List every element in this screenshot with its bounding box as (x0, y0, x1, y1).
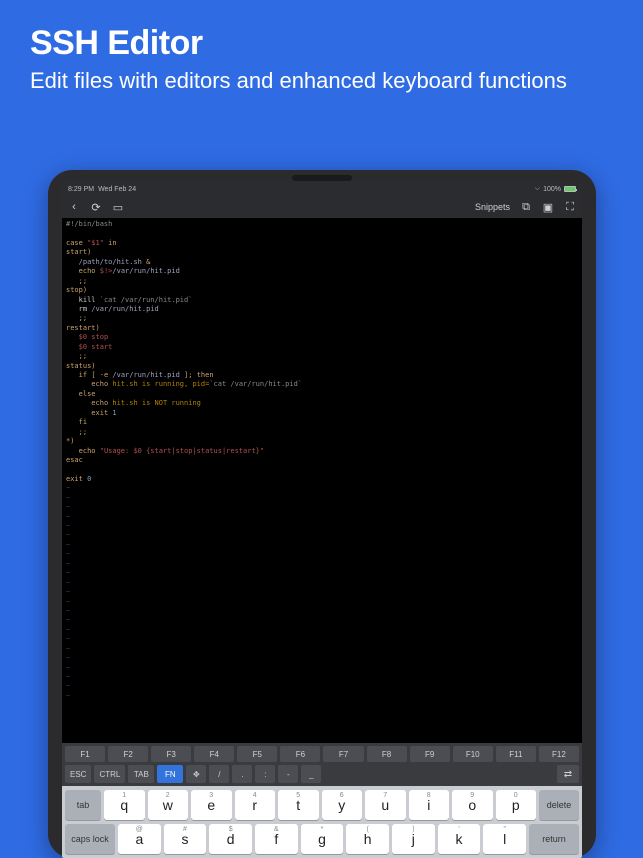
f5-key[interactable]: F5 (237, 746, 277, 762)
slash-key[interactable]: / (209, 765, 229, 783)
wifi-icon: ⌵ (535, 185, 540, 193)
kb-e-key[interactable]: 3e (191, 790, 232, 820)
kb-w-key[interactable]: 2w (148, 790, 189, 820)
kb-return-key[interactable]: return (529, 824, 579, 854)
kb-r-key[interactable]: 4r (235, 790, 276, 820)
battery-icon (564, 186, 576, 192)
ctrl-key[interactable]: CTRL (94, 765, 125, 783)
kb-i-key[interactable]: 8i (409, 790, 450, 820)
arrows-key[interactable]: ✥ (186, 765, 206, 783)
kb-capslock-key[interactable]: caps lock (65, 824, 115, 854)
reload-icon[interactable]: ⟳ (90, 201, 102, 213)
f11-key[interactable]: F11 (496, 746, 536, 762)
tablet-frame: 8:29 PM Wed Feb 24 ⌵ 100% ‹ ⟳ ▭ Snippets… (48, 170, 596, 858)
kb-q-key[interactable]: 1q (104, 790, 145, 820)
kb-k-key[interactable]: 'k (438, 824, 481, 854)
f2-key[interactable]: F2 (108, 746, 148, 762)
fn-key[interactable]: FN (157, 765, 183, 783)
fullscreen-icon[interactable]: ⛶ (564, 201, 576, 213)
hero: SSH Editor Edit files with editors and e… (0, 0, 643, 103)
kb-a-key[interactable]: @a (118, 824, 161, 854)
tab-key[interactable]: TAB (128, 765, 154, 783)
underscore-key[interactable]: _ (301, 765, 321, 783)
hero-subtitle: Edit files with editors and enhanced key… (30, 67, 613, 95)
terminal-icon[interactable]: ▭ (112, 201, 124, 213)
swap-keyboard-icon[interactable]: ⇄ (557, 765, 579, 783)
status-date: Wed Feb 24 (98, 186, 136, 193)
f1-key[interactable]: F1 (65, 746, 105, 762)
status-time: 8:29 PM (68, 186, 94, 193)
kb-u-key[interactable]: 7u (365, 790, 406, 820)
f6-key[interactable]: F6 (280, 746, 320, 762)
kb-y-key[interactable]: 6y (322, 790, 363, 820)
kb-g-key[interactable]: *g (301, 824, 344, 854)
kb-delete-key[interactable]: delete (539, 790, 579, 820)
f7-key[interactable]: F7 (323, 746, 363, 762)
copy-icon[interactable]: ⧉ (520, 201, 532, 213)
screen: 8:29 PM Wed Feb 24 ⌵ 100% ‹ ⟳ ▭ Snippets… (62, 182, 582, 858)
code-editor[interactable]: #!/bin/bash case "$1" in start) /path/to… (62, 218, 582, 743)
kb-f-key[interactable]: &f (255, 824, 298, 854)
f10-key[interactable]: F10 (453, 746, 493, 762)
esc-key[interactable]: ESC (65, 765, 91, 783)
snippets-button[interactable]: Snippets (475, 202, 510, 212)
kb-d-key[interactable]: $d (209, 824, 252, 854)
kb-tab-key[interactable]: tab (65, 790, 101, 820)
kb-h-key[interactable]: (h (346, 824, 389, 854)
f12-key[interactable]: F12 (539, 746, 579, 762)
kb-l-key[interactable]: "l (483, 824, 526, 854)
status-bar: 8:29 PM Wed Feb 24 ⌵ 100% (62, 182, 582, 196)
hero-title: SSH Editor (30, 24, 613, 63)
kb-j-key[interactable]: )j (392, 824, 435, 854)
battery-percent: 100% (543, 186, 561, 193)
paste-icon[interactable]: ▣ (542, 201, 554, 213)
editor-toolbar: ‹ ⟳ ▭ Snippets ⧉ ▣ ⛶ (62, 196, 582, 218)
back-icon[interactable]: ‹ (68, 201, 80, 213)
f3-key[interactable]: F3 (151, 746, 191, 762)
ctrl-key-row: ESC CTRL TAB FN ✥ / . : - _ ⇄ (62, 765, 582, 786)
dot-key[interactable]: . (232, 765, 252, 783)
fn-key-row: F1 F2 F3 F4 F5 F6 F7 F8 F9 F10 F11 F12 (62, 743, 582, 765)
kb-s-key[interactable]: #s (164, 824, 207, 854)
dash-key[interactable]: - (278, 765, 298, 783)
kb-p-key[interactable]: 0p (496, 790, 537, 820)
soft-keyboard: tab 1q 2w 3e 4r 5t 6y 7u 8i 9o 0p delete… (62, 786, 582, 858)
colon-key[interactable]: : (255, 765, 275, 783)
f9-key[interactable]: F9 (410, 746, 450, 762)
kb-o-key[interactable]: 9o (452, 790, 493, 820)
kb-t-key[interactable]: 5t (278, 790, 319, 820)
f8-key[interactable]: F8 (367, 746, 407, 762)
f4-key[interactable]: F4 (194, 746, 234, 762)
